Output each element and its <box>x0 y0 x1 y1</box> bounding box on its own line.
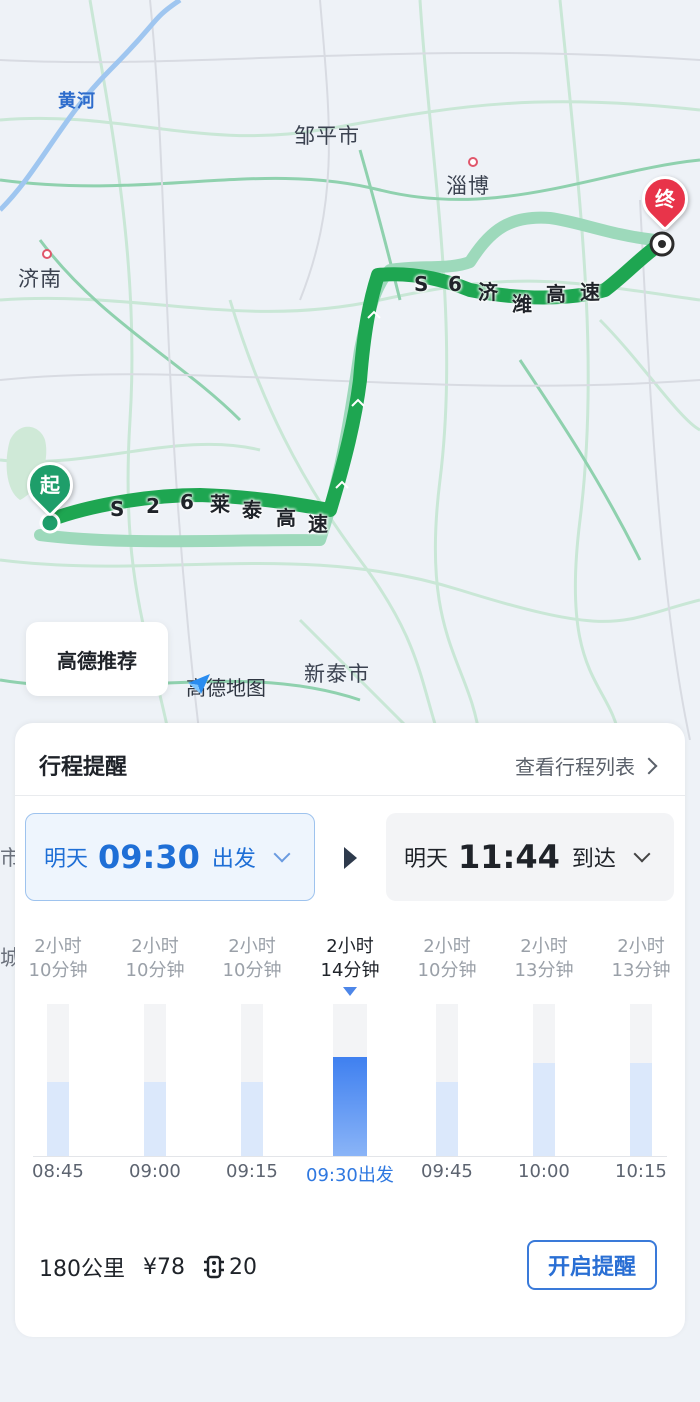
departure-option[interactable]: 2小时 13分钟 <box>606 935 676 996</box>
duration-hours: 2小时 <box>617 936 665 957</box>
duration-hours: 2小时 <box>131 936 179 957</box>
road-s26-char: 泰 <box>242 498 262 522</box>
duration-bar[interactable] <box>333 1004 367 1156</box>
traffic-light-count: 20 <box>229 1254 257 1280</box>
duration-bar[interactable] <box>144 1004 166 1156</box>
city-zibo: 淄博 <box>446 174 490 198</box>
duration-hours: 2小时 <box>423 936 471 957</box>
road-s6-char: 6 <box>448 272 462 296</box>
recommended-label: 高德推荐 <box>57 648 137 673</box>
duration-minutes: 14分钟 <box>320 960 380 981</box>
departure-time-label[interactable]: 10:00 <box>518 1161 570 1182</box>
road-s26-char: 速 <box>308 512 328 536</box>
departure-time-label[interactable]: 09:30出发 <box>306 1161 394 1187</box>
departure-option[interactable]: 2小时 10分钟 <box>217 935 287 996</box>
jinan-dot <box>42 249 52 259</box>
duration-minutes: 10分钟 <box>125 960 185 981</box>
start-pin-label: 起 <box>40 473 60 497</box>
departure-time-label[interactable]: 09:45 <box>421 1161 473 1182</box>
trip-stats: 180公里 ¥78 20 <box>39 1251 257 1283</box>
duration-minutes: 10分钟 <box>222 960 282 981</box>
view-trip-list-label: 查看行程列表 <box>515 755 635 779</box>
duration-minutes: 10分钟 <box>28 960 88 981</box>
road-s26-char: 莱 <box>210 492 230 516</box>
distance: 180公里 <box>39 1257 125 1282</box>
road-s26-char: 6 <box>180 490 194 514</box>
departure-option[interactable]: 2小时 14分钟 <box>315 935 385 996</box>
depart-time: 09:30 <box>98 838 200 876</box>
duration-bar-fill <box>47 1081 69 1156</box>
arrive-time-selector[interactable]: 明天 11:44 到达 <box>386 813 674 901</box>
duration-minutes: 13分钟 <box>514 960 574 981</box>
road-s6-char: 济 <box>478 280 498 304</box>
amap-logo-icon <box>188 674 210 694</box>
view-trip-list-link[interactable]: 查看行程列表 <box>515 751 658 780</box>
road-s6-char: S <box>414 272 429 296</box>
duration-bar[interactable] <box>241 1004 263 1156</box>
departure-option[interactable]: 2小时 13分钟 <box>509 935 579 996</box>
duration-bar[interactable] <box>47 1004 69 1156</box>
enable-reminder-button[interactable]: 开启提醒 <box>527 1240 657 1290</box>
toll-fee: ¥78 <box>143 1254 185 1280</box>
trip-reminder-sheet: 行程提醒 查看行程列表 明天 09:30 出发 明天 11:44 到达 2小时 1… <box>15 723 685 1337</box>
road-s26-char: 2 <box>146 494 160 518</box>
chevron-right-icon <box>640 757 658 775</box>
duration-minutes: 10分钟 <box>417 960 477 981</box>
play-arrow-icon <box>344 847 357 869</box>
duration-bar[interactable] <box>436 1004 458 1156</box>
duration-hours: 2小时 <box>228 936 276 957</box>
duration-bar-fill <box>436 1081 458 1156</box>
timeline-axis <box>33 1156 667 1157</box>
departure-option[interactable]: 2小时 10分钟 <box>120 935 190 996</box>
departure-time-label[interactable]: 09:00 <box>129 1161 181 1182</box>
departure-time-label[interactable]: 09:15 <box>226 1161 278 1182</box>
duration-minutes: 13分钟 <box>611 960 671 981</box>
sheet-title: 行程提醒 <box>39 755 128 780</box>
chevron-down-icon <box>633 845 651 863</box>
road-s6-char: 潍 <box>512 292 532 316</box>
duration-hours: 2小时 <box>34 936 82 957</box>
duration-bar-fill <box>630 1063 652 1156</box>
duration-bar-fill <box>144 1081 166 1156</box>
selected-marker-icon <box>343 987 357 996</box>
road-s26-char: 高 <box>276 506 296 530</box>
departure-option[interactable]: 2小时 10分钟 <box>23 935 93 996</box>
amap-logo: 高德地图 <box>186 672 266 701</box>
divider <box>15 795 685 796</box>
arrive-time: 11:44 <box>458 838 560 876</box>
city-jinan: 济南 <box>18 267 62 291</box>
duration-hours: 2小时 <box>326 936 374 957</box>
road-s6-char: 速 <box>580 280 600 304</box>
departure-time-label[interactable]: 08:45 <box>32 1161 84 1182</box>
end-pin-label: 终 <box>655 187 675 211</box>
duration-bar[interactable] <box>630 1004 652 1156</box>
road-s26-char: S <box>110 497 125 521</box>
chevron-down-icon <box>273 845 291 863</box>
city-zouping: 邹平市 <box>294 124 360 148</box>
depart-time-selector[interactable]: 明天 09:30 出发 <box>25 813 315 901</box>
depart-day: 明天 <box>44 847 89 872</box>
traffic-light-icon <box>204 1255 224 1279</box>
recommended-route-card[interactable]: 高德推荐 <box>26 622 168 696</box>
departure-option[interactable]: 2小时 10分钟 <box>412 935 482 996</box>
city-xintai: 新泰市 <box>304 662 370 686</box>
duration-bar[interactable] <box>533 1004 555 1156</box>
duration-hours: 2小时 <box>520 936 568 957</box>
duration-bar-fill <box>241 1081 263 1156</box>
river-label: 黄河 <box>58 91 96 112</box>
enable-reminder-label: 开启提醒 <box>547 1255 636 1280</box>
zibo-dot <box>468 157 478 167</box>
depart-action: 出发 <box>211 847 256 872</box>
arrive-day: 明天 <box>404 847 449 872</box>
departure-time-label[interactable]: 10:15 <box>615 1161 667 1182</box>
arrive-action: 到达 <box>571 847 616 872</box>
road-s6-char: 高 <box>546 282 566 306</box>
duration-bar-fill <box>333 1057 367 1156</box>
duration-bar-fill <box>533 1063 555 1156</box>
